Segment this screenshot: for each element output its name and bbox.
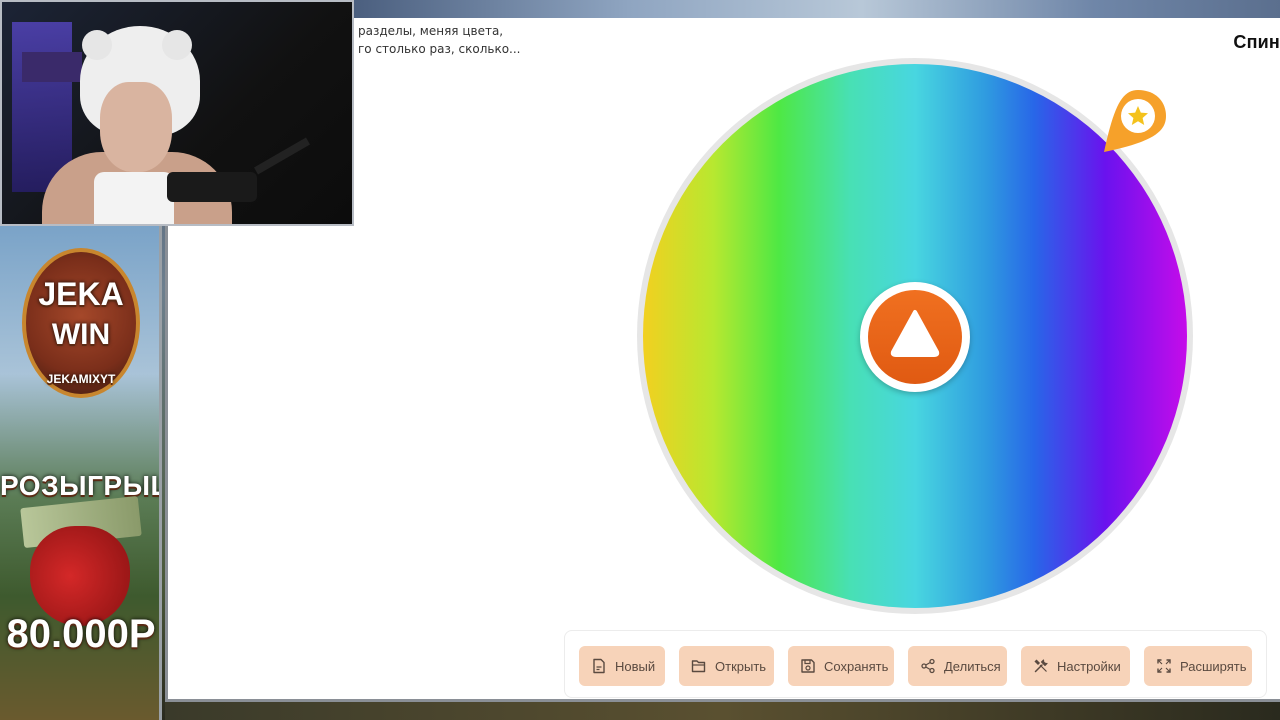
- fullscreen-icon: [1156, 658, 1172, 674]
- description-text: разделы, меняя цвета, го столько раз, ск…: [358, 22, 520, 58]
- overlay-bottom-strip: [165, 702, 1280, 720]
- description-line: го столько раз, сколько...: [358, 42, 521, 56]
- promo-banner: JEKA WIN JEKAMIXYT РОЗЫГРЫШ 80.000Р: [0, 226, 162, 720]
- webcam-overlay: [0, 0, 354, 226]
- open-button-label: Открыть: [715, 658, 767, 674]
- wheel-toolbar: Новый Открыть Сохранять Делиться Настрой…: [564, 630, 1267, 698]
- prize-amount: 80.000Р: [6, 612, 156, 656]
- floppy-disk-icon: [800, 658, 816, 674]
- overlay-top-strip: [350, 0, 1280, 20]
- share-button[interactable]: Делиться: [908, 646, 1007, 686]
- tools-icon: [1033, 658, 1049, 674]
- streamer-shirt: [94, 172, 174, 224]
- star-pin-icon: [1104, 90, 1166, 152]
- page-title: Спин: [1233, 32, 1280, 52]
- share-button-label: Делиться: [944, 658, 1001, 674]
- share-icon: [920, 658, 936, 674]
- bear-ear: [82, 30, 112, 60]
- settings-button[interactable]: Настройки: [1021, 646, 1130, 686]
- spin-button[interactable]: [860, 282, 970, 392]
- background-shelf: [22, 52, 82, 82]
- folder-icon: [691, 658, 707, 674]
- stream-frame: разделы, меняя цвета, го столько раз, ск…: [0, 0, 1280, 720]
- channel-name: JEKAMIXYT: [46, 372, 116, 386]
- money-bag: [30, 526, 130, 626]
- bear-ear: [162, 30, 192, 60]
- save-button-label: Сохранять: [824, 658, 889, 674]
- play-triangle-icon: [890, 310, 940, 357]
- save-button[interactable]: Сохранять: [788, 646, 894, 686]
- new-button[interactable]: Новый: [579, 646, 665, 686]
- mic-arm: [254, 137, 310, 175]
- settings-button-label: Настройки: [1057, 658, 1121, 674]
- logo-text: WIN: [51, 318, 111, 351]
- expand-button[interactable]: Расширять: [1144, 646, 1252, 686]
- logo-text: JEKA: [38, 276, 124, 312]
- expand-button-label: Расширять: [1180, 658, 1247, 674]
- description-line: разделы, меняя цвета,: [358, 24, 504, 38]
- microphone: [167, 172, 257, 202]
- new-button-label: Новый: [615, 658, 656, 674]
- streamer-face: [100, 82, 172, 172]
- open-button[interactable]: Открыть: [679, 646, 774, 686]
- file-icon: [591, 658, 607, 674]
